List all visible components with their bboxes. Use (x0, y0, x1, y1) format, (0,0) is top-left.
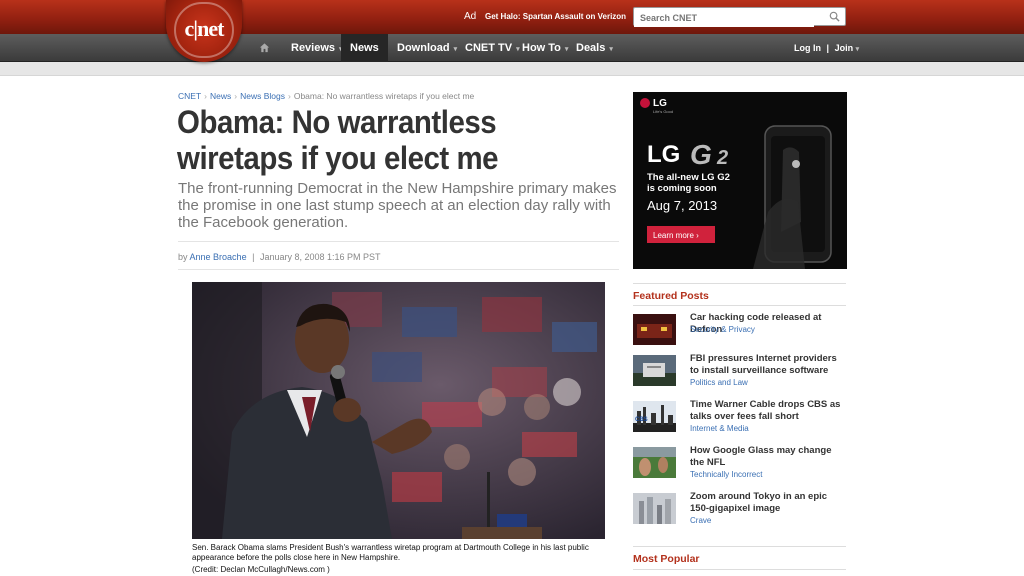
post-category[interactable]: Technically Incorrect (690, 470, 762, 479)
ad-product-g2: G (690, 139, 712, 170)
post-title[interactable]: Time Warner Cable drops CBS as talks ove… (690, 399, 846, 423)
post-category[interactable]: Internet & Media (690, 424, 749, 433)
divider (633, 546, 846, 547)
ad-product: LG (647, 141, 680, 168)
ad-cta-label: Learn more › (653, 231, 699, 240)
featured-post[interactable]: CBS Time Warner Cable drops CBS as talks… (633, 399, 846, 439)
breadcrumb-separator: › (204, 91, 207, 101)
divider (633, 283, 846, 284)
breadcrumb-news-blogs[interactable]: News Blogs (240, 91, 285, 101)
main-nav: Reviews▾ News Download▾ CNET TV▾ How To▾… (0, 34, 1024, 62)
nav-item-deals[interactable]: Deals ▾ (567, 34, 622, 62)
divider (633, 305, 846, 306)
breadcrumb: CNET › News › News Blogs › Obama: No warrantle… (178, 91, 474, 101)
breadcrumb-news[interactable]: News (210, 91, 231, 101)
chevron-down-icon: ▾ (609, 46, 613, 53)
featured-post[interactable]: How Google Glass may change the NFL Tech… (633, 445, 846, 485)
top-ad-link[interactable]: Get Halo: Spartan Assault on Verizon (485, 12, 626, 21)
chevron-down-icon: ▾ (855, 46, 860, 53)
nav-label: Download (397, 42, 450, 54)
ad-label: Ad (464, 11, 477, 22)
lg-ad[interactable]: LG Life's Good LG G 2 The all-new LG G2 … (633, 92, 847, 269)
photo-caption: Sen. Barack Obama slams President Bush's… (192, 543, 589, 562)
logo-text: c|net (184, 16, 225, 41)
ad-artwork: LG Life's Good LG G 2 The all-new LG G2 … (633, 92, 847, 269)
top-bar: Ad Get Halo: Spartan Assault on Verizon (0, 0, 1024, 34)
post-thumbnail[interactable]: CBS (633, 401, 676, 432)
divider (178, 241, 619, 242)
breadcrumb-cnet[interactable]: CNET (178, 91, 201, 101)
divider (178, 269, 619, 270)
post-title[interactable]: Zoom around Tokyo in an epic 150-gigapix… (690, 491, 846, 515)
post-category[interactable]: Crave (690, 516, 711, 525)
article-photo (192, 282, 605, 539)
search-input[interactable] (634, 9, 814, 27)
featured-posts-heading: Featured Posts (633, 290, 709, 302)
breadcrumb-current: Obama: No warrantless wiretaps if you el… (293, 91, 475, 101)
nav-label: CNET TV (465, 42, 513, 54)
search-icon[interactable] (829, 11, 840, 22)
article-headline: Obama: No warrantless wiretaps if you el… (177, 104, 499, 176)
separator: | (826, 43, 830, 53)
login-link[interactable]: Log In (794, 43, 821, 53)
breadcrumb-separator: › (234, 91, 238, 101)
byline-separator: | (252, 252, 255, 262)
svg-text:CBS: CBS (635, 417, 648, 423)
nav-label: Reviews (291, 42, 336, 54)
featured-post[interactable]: Zoom around Tokyo in an epic 150-gigapix… (633, 491, 846, 531)
breadcrumb-separator: › (287, 91, 291, 101)
ad-line1: The all-new LG G2 (647, 172, 730, 183)
divider (633, 569, 846, 570)
featured-post[interactable]: Car hacking code released at Defcon Secu… (633, 312, 846, 352)
post-category[interactable]: Politics and Law (690, 378, 748, 387)
photo-illustration (192, 282, 605, 539)
ad-line2: is coming soon (647, 183, 717, 194)
featured-post[interactable]: FBI pressures Internet providers to inst… (633, 353, 846, 393)
nav-label: News (350, 42, 379, 54)
post-thumbnail[interactable] (633, 314, 676, 345)
home-icon[interactable] (259, 42, 270, 53)
nav-item-news[interactable]: News (341, 34, 388, 62)
article-date: January 8, 2008 1:16 PM PST (259, 252, 381, 262)
ad-date: Aug 7, 2013 (647, 198, 717, 213)
account-links: Log In | Join ▾ (794, 34, 859, 62)
ad-tagline: Life's Good (653, 109, 673, 114)
byline: by Anne Broache | January 8, 2008 1:16 P… (178, 252, 381, 262)
byline-prefix: by (178, 252, 188, 262)
svg-text:2: 2 (716, 147, 728, 169)
post-thumbnail[interactable] (633, 355, 676, 386)
post-title[interactable]: How Google Glass may change the NFL (690, 445, 846, 469)
article-dek: The front-running Democrat in the New Ha… (178, 180, 617, 231)
post-thumbnail[interactable] (633, 447, 676, 478)
join-link[interactable]: Join (835, 43, 854, 53)
ad-brand: LG (653, 98, 667, 109)
photo-credit: (Credit: Declan McCullagh/News.com ) (192, 565, 330, 574)
post-title[interactable]: FBI pressures Internet providers to inst… (690, 353, 846, 377)
nav-item-download[interactable]: Download ▾ (388, 34, 466, 62)
subnav-strip (0, 62, 1024, 76)
nav-label: Deals (576, 42, 606, 54)
search-box[interactable] (633, 7, 846, 27)
most-popular-heading: Most Popular (633, 553, 700, 565)
post-category[interactable]: Security & Privacy (690, 325, 755, 334)
nav-label: How To (522, 42, 561, 54)
post-thumbnail[interactable] (633, 493, 676, 524)
author-link[interactable]: Anne Broache (190, 252, 247, 262)
